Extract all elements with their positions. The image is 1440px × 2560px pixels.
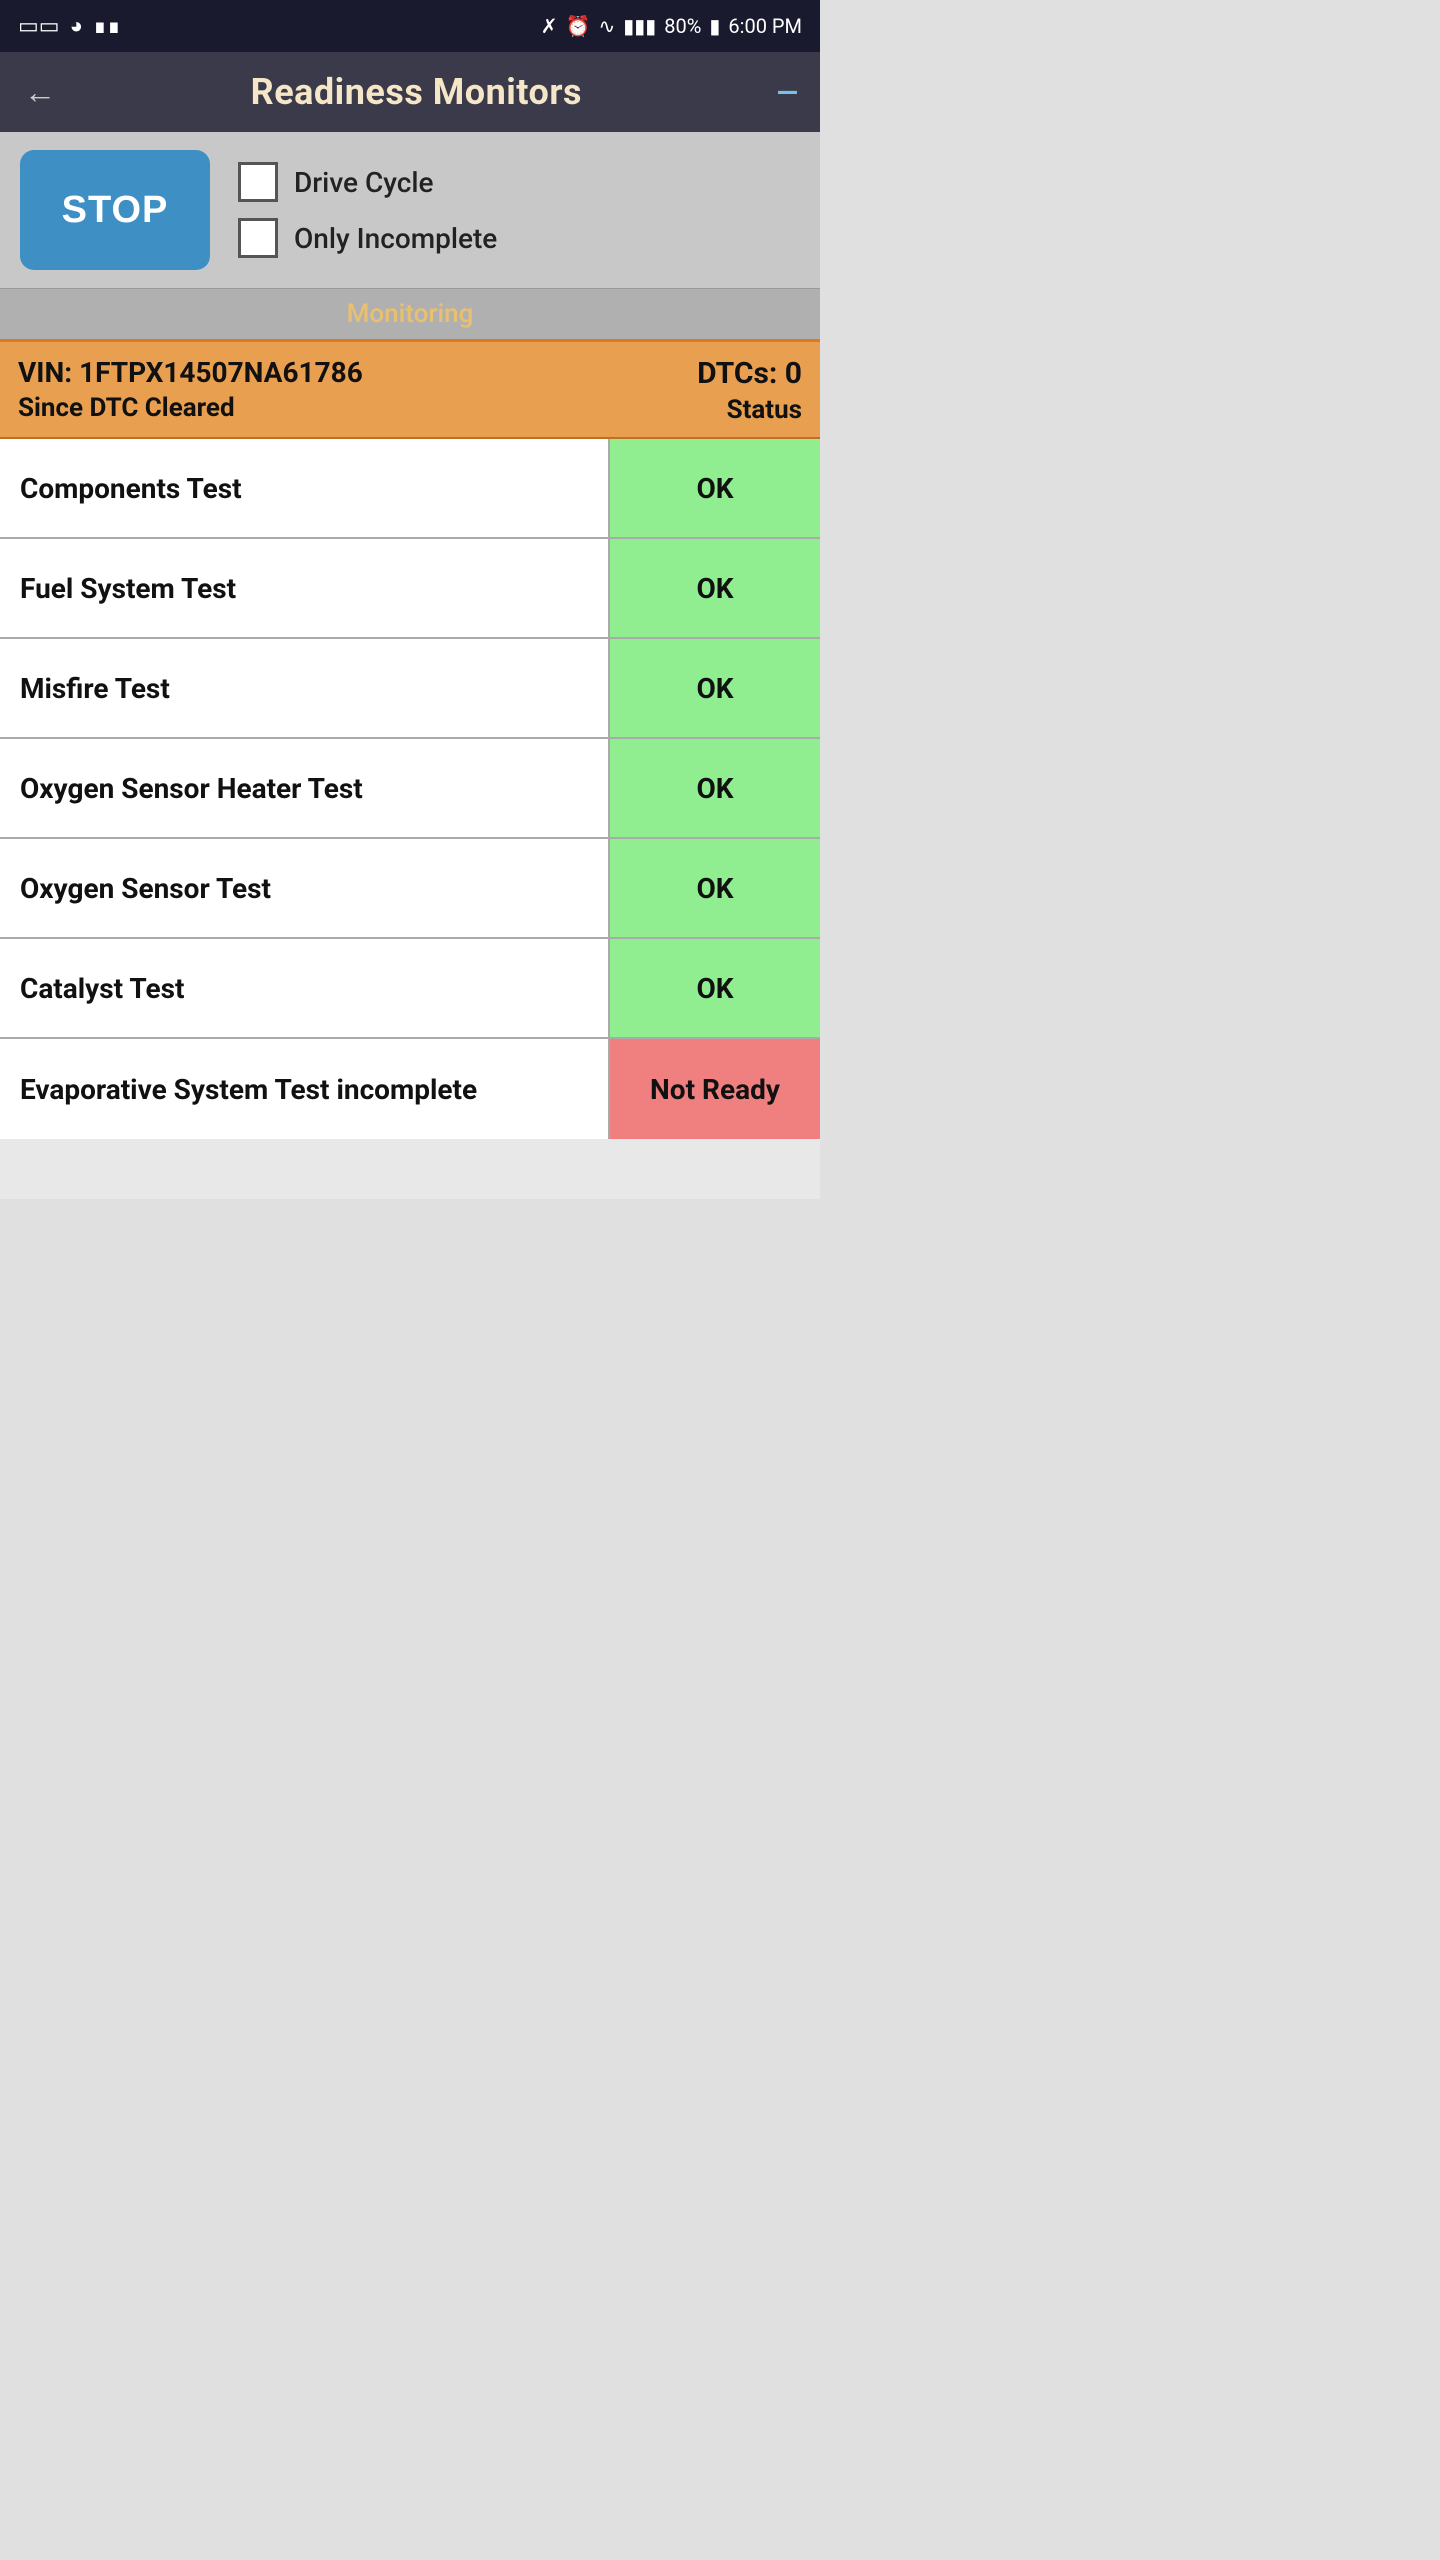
only-incomplete-row: Only Incomplete — [238, 218, 497, 258]
since-dtc-label: Since DTC Cleared — [18, 393, 363, 423]
test-status-cell: Not Ready — [610, 1039, 820, 1139]
bluetooth-icon: ✗ — [541, 14, 558, 38]
dtcs-section: DTCs: 0 Status — [697, 356, 802, 425]
status-bar-left: ▭▭ ◕ ∎∎ — [18, 13, 121, 39]
status-bar-right: ✗ ⏰ ∿ ▮▮▮ 80% ▮ 6:00 PM — [541, 14, 802, 38]
battery-icon: ▮ — [709, 14, 720, 38]
test-status-cell: OK — [610, 739, 820, 837]
dtcs-count: DTCs: 0 — [697, 356, 802, 391]
stop-button[interactable]: STOP — [20, 150, 210, 270]
back-button[interactable]: ← — [24, 73, 56, 111]
bottom-area — [0, 1139, 820, 1199]
test-status-cell: OK — [610, 939, 820, 1037]
status-column-label: Status — [727, 395, 802, 425]
test-name-cell: Evaporative System Test incomplete — [0, 1039, 610, 1139]
test-name-cell: Misfire Test — [0, 639, 610, 737]
table-row: Oxygen Sensor TestOK — [0, 839, 820, 939]
table-row: Components TestOK — [0, 439, 820, 539]
test-status-cell: OK — [610, 539, 820, 637]
vin-number: VIN: 1FTPX14507NA61786 — [18, 356, 363, 389]
checkboxes-group: Drive Cycle Only Incomplete — [238, 162, 497, 258]
apps-icon: ∎∎ — [93, 14, 121, 39]
table-row: Evaporative System Test incompleteNot Re… — [0, 1039, 820, 1139]
drive-cycle-checkbox[interactable] — [238, 162, 278, 202]
battery-text: 80% — [664, 14, 701, 38]
test-status-cell: OK — [610, 439, 820, 537]
test-status-cell: OK — [610, 839, 820, 937]
table-row: Catalyst TestOK — [0, 939, 820, 1039]
test-name-cell: Catalyst Test — [0, 939, 610, 1037]
voicemail-icon: ▭▭ — [18, 14, 60, 39]
test-name-cell: Fuel System Test — [0, 539, 610, 637]
table-row: Oxygen Sensor Heater TestOK — [0, 739, 820, 839]
drive-cycle-row: Drive Cycle — [238, 162, 497, 202]
test-name-cell: Oxygen Sensor Heater Test — [0, 739, 610, 837]
vin-left: VIN: 1FTPX14507NA61786 Since DTC Cleared — [18, 356, 363, 423]
monitoring-bar: Monitoring — [0, 288, 820, 342]
table-row: Misfire TestOK — [0, 639, 820, 739]
monitoring-text: Monitoring — [347, 299, 474, 329]
headset-icon: ◕ — [70, 13, 83, 39]
only-incomplete-label: Only Incomplete — [294, 222, 497, 255]
drive-cycle-label: Drive Cycle — [294, 166, 434, 199]
wifi-icon: ∿ — [598, 14, 615, 38]
test-status-cell: OK — [610, 639, 820, 737]
alarm-icon: ⏰ — [566, 14, 591, 38]
test-table: Components TestOKFuel System TestOKMisfi… — [0, 439, 820, 1139]
clock-time: 6:00 PM — [728, 14, 802, 38]
test-name-cell: Components Test — [0, 439, 610, 537]
test-name-cell: Oxygen Sensor Test — [0, 839, 610, 937]
vin-header: VIN: 1FTPX14507NA61786 Since DTC Cleared… — [0, 342, 820, 439]
table-row: Fuel System TestOK — [0, 539, 820, 639]
controls-bar: STOP Drive Cycle Only Incomplete — [0, 132, 820, 288]
signal-icon: ▮▮▮ — [623, 14, 656, 38]
nav-bar: ← Readiness Monitors — — [0, 52, 820, 132]
page-title: Readiness Monitors — [251, 71, 582, 113]
only-incomplete-checkbox[interactable] — [238, 218, 278, 258]
status-bar: ▭▭ ◕ ∎∎ ✗ ⏰ ∿ ▮▮▮ 80% ▮ 6:00 PM — [0, 0, 820, 52]
menu-icon[interactable]: — — [777, 76, 796, 109]
